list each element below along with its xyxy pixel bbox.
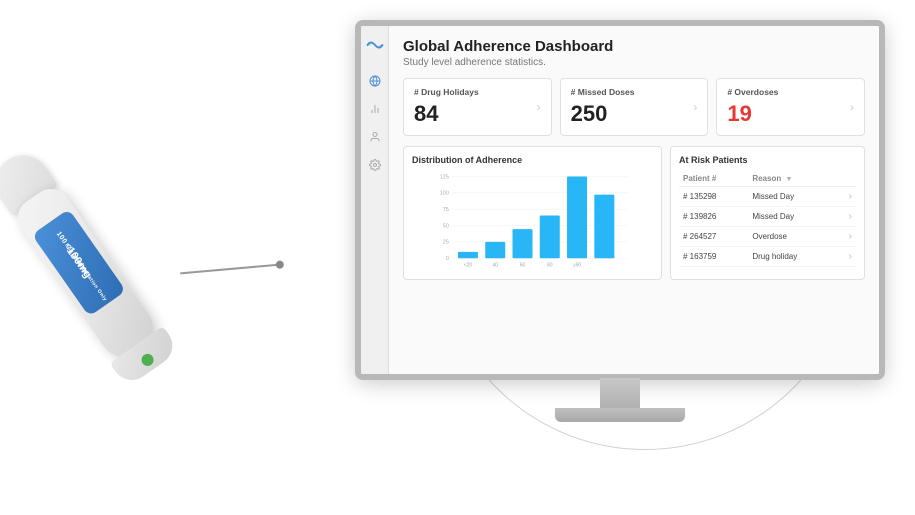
patient-reason: Missed Day: [748, 207, 837, 227]
monitor: Global Adherence Dashboard Study level a…: [355, 20, 885, 440]
chart-section: Distribution of Adherence 125 100 75 50 …: [403, 146, 662, 280]
row-chevron[interactable]: ›: [837, 227, 856, 247]
stat-card-left-1: # Drug Holidays 84: [414, 87, 479, 127]
chart-title: Distribution of Adherence: [412, 155, 653, 165]
row-chevron[interactable]: ›: [837, 247, 856, 267]
col-header-action: [837, 171, 856, 187]
stat-value-2: 250: [571, 101, 635, 127]
sidebar: [361, 26, 389, 374]
connector-line: [180, 264, 280, 274]
table-row[interactable]: # 139826 Missed Day ›: [679, 207, 856, 227]
svg-text:0: 0: [446, 256, 449, 262]
stat-value-3: 19: [727, 101, 778, 127]
stat-label-3: # Overdoses: [727, 87, 778, 97]
stat-card-missed-doses[interactable]: # Missed Doses 250 ›: [560, 78, 709, 136]
svg-text:80: 80: [547, 262, 553, 268]
patient-reason: Drug holiday: [748, 247, 837, 267]
green-indicator-dot: [139, 352, 156, 369]
monitor-stand-base: [555, 408, 685, 422]
svg-text:100: 100: [440, 191, 449, 197]
dashboard-content: Global Adherence Dashboard Study level a…: [389, 26, 879, 374]
col-header-patient: Patient #: [679, 171, 748, 187]
patient-reason: Missed Day: [748, 187, 837, 207]
stat-value-1: 84: [414, 101, 479, 127]
bottom-section: Distribution of Adherence 125 100 75 50 …: [403, 146, 865, 280]
svg-text:75: 75: [443, 207, 449, 213]
patient-id: # 264527: [679, 227, 748, 247]
svg-text:<20: <20: [464, 262, 473, 268]
svg-text:50: 50: [443, 223, 449, 229]
svg-text:≥90: ≥90: [573, 262, 582, 268]
inhaler-device: 100 Capsules 100mg For Oral Inhalation O…: [10, 181, 164, 368]
patients-table: Patient # Reason ▼ # 135298 Missed Day ›…: [679, 171, 856, 267]
adherence-chart: 125 100 75 50 25 0: [412, 171, 653, 271]
connector-dot: [275, 260, 284, 269]
monitor-stand-neck: [600, 378, 640, 410]
sidebar-globe-icon[interactable]: [367, 73, 383, 89]
table-row[interactable]: # 264527 Overdose ›: [679, 227, 856, 247]
row-chevron[interactable]: ›: [837, 207, 856, 227]
table-row[interactable]: # 135298 Missed Day ›: [679, 187, 856, 207]
patients-section: At Risk Patients Patient # Reason ▼: [670, 146, 865, 280]
inhaler-illustration: 100 Capsules 100mg For Oral Inhalation O…: [20, 120, 300, 420]
inhaler-label-text2: For Oral Inhalation Only: [64, 243, 108, 303]
table-row[interactable]: # 163759 Drug holiday ›: [679, 247, 856, 267]
stat-label-1: # Drug Holidays: [414, 87, 479, 97]
table-header-row: Patient # Reason ▼: [679, 171, 856, 187]
logo-icon: [366, 38, 384, 52]
stat-card-overdoses[interactable]: # Overdoses 19 ›: [716, 78, 865, 136]
svg-text:60: 60: [520, 262, 526, 268]
patient-id: # 139826: [679, 207, 748, 227]
chart-area: 125 100 75 50 25 0: [412, 171, 653, 271]
monitor-screen: Global Adherence Dashboard Study level a…: [355, 20, 885, 380]
stat-cards: # Drug Holidays 84 › # Missed Doses 250 …: [403, 78, 865, 136]
svg-text:125: 125: [440, 174, 449, 180]
page-title: Global Adherence Dashboard: [403, 38, 865, 55]
sort-arrow-icon: ▼: [785, 176, 792, 183]
patient-id: # 135298: [679, 187, 748, 207]
inhaler-bottom: [110, 326, 180, 388]
sidebar-chart-icon[interactable]: [367, 101, 383, 117]
stat-card-left-3: # Overdoses 19: [727, 87, 778, 127]
stat-card-left-2: # Missed Doses 250: [571, 87, 635, 127]
sidebar-person-icon[interactable]: [367, 129, 383, 145]
inhaler-label: 100 Capsules 100mg For Oral Inhalation O…: [32, 209, 126, 317]
stat-label-2: # Missed Doses: [571, 87, 635, 97]
row-chevron[interactable]: ›: [837, 187, 856, 207]
stat-chevron-3: ›: [850, 100, 854, 114]
page-subtitle: Study level adherence statistics.: [403, 57, 865, 68]
patients-title: At Risk Patients: [679, 155, 856, 165]
inhaler-body: 100 Capsules 100mg For Oral Inhalation O…: [10, 181, 164, 368]
svg-text:40: 40: [492, 262, 498, 268]
monitor-inner: Global Adherence Dashboard Study level a…: [361, 26, 879, 374]
stat-chevron-1: ›: [537, 100, 541, 114]
col-header-reason: Reason ▼: [748, 171, 837, 187]
stat-chevron-2: ›: [693, 100, 697, 114]
stat-card-drug-holidays[interactable]: # Drug Holidays 84 ›: [403, 78, 552, 136]
sidebar-settings-icon[interactable]: [367, 157, 383, 173]
patient-id: # 163759: [679, 247, 748, 267]
svg-text:25: 25: [443, 240, 449, 246]
patient-reason: Overdose: [748, 227, 837, 247]
